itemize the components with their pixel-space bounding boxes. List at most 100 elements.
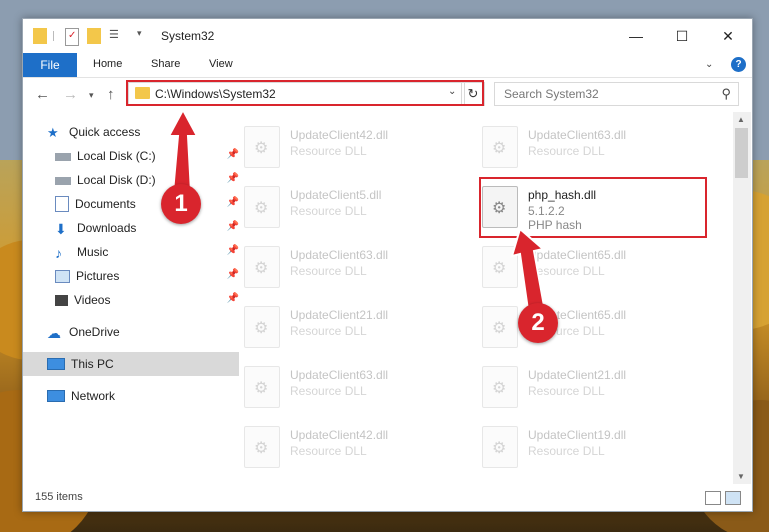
drive-icon — [55, 153, 71, 161]
details-view-icon[interactable] — [705, 491, 721, 505]
dll-file-icon — [482, 306, 518, 348]
forward-button[interactable]: → — [63, 86, 78, 103]
new-folder-icon[interactable] — [87, 28, 101, 44]
dll-file-icon — [244, 246, 280, 288]
dll-file-icon — [244, 366, 280, 408]
navigation-pane: ★ Quick access Local Disk (C:) 📌 Local D… — [23, 112, 239, 484]
recent-locations-icon[interactable]: ▾ — [89, 90, 94, 101]
file-type: Resource DLL — [290, 384, 367, 398]
chevron-down-icon[interactable]: ▾ — [137, 28, 147, 44]
vertical-scrollbar[interactable]: ▲ ▼ — [733, 112, 751, 484]
videos-icon — [55, 294, 68, 306]
sidebar-item-this-pc[interactable]: This PC — [23, 352, 239, 376]
file-type: Resource DLL — [528, 264, 605, 278]
scroll-up-icon[interactable]: ▲ — [737, 115, 745, 124]
up-button[interactable]: ↑ — [107, 86, 115, 103]
title-bar: ✓ ☰ ▾ System32 — ☐ ✕ — [23, 19, 752, 53]
file-item[interactable]: UpdateClient21.dll Resource DLL — [482, 360, 682, 408]
customize-icon[interactable]: ☰ — [109, 28, 125, 44]
documents-icon — [55, 196, 69, 212]
file-type: Resource DLL — [528, 144, 605, 158]
dll-file-icon — [244, 306, 280, 348]
music-icon: ♪ — [55, 245, 62, 261]
sidebar-item-label: Pictures — [76, 269, 120, 283]
chevron-down-icon[interactable]: ⌄ — [448, 86, 456, 97]
scrollbar-thumb[interactable] — [735, 128, 748, 178]
file-name: UpdateClient65.dll — [528, 248, 627, 262]
file-item[interactable]: UpdateClient19.dll Resource DLL — [482, 420, 682, 468]
sidebar-item-label: Downloads — [77, 221, 137, 235]
file-item[interactable]: UpdateClient5.dll Resource DLL — [244, 180, 444, 228]
file-item[interactable]: UpdateClient42.dll Resource DLL — [244, 120, 444, 168]
file-name: UpdateClient63.dll — [290, 248, 389, 262]
file-name: UpdateClient63.dll — [290, 368, 389, 382]
navigation-bar: ← → ▾ ↑ C:\Windows\System32 ⌄ ↻ Search S… — [23, 78, 752, 112]
sidebar-item-label: Local Disk (D:) — [77, 173, 156, 187]
file-name: UpdateClient21.dll — [290, 308, 389, 322]
window-title: System32 — [161, 29, 215, 43]
file-type: Resource DLL — [528, 444, 605, 458]
sidebar-item-onedrive[interactable]: ☁ OneDrive — [23, 320, 239, 344]
onedrive-icon: ☁ — [47, 325, 61, 341]
file-item[interactable]: UpdateClient63.dll Resource DLL — [482, 120, 682, 168]
sidebar-item-label: OneDrive — [69, 325, 120, 339]
tiles-view-icon[interactable] — [725, 491, 741, 505]
item-count: 155 items — [35, 491, 83, 503]
scroll-down-icon[interactable]: ▼ — [737, 472, 745, 481]
maximize-button[interactable]: ☐ — [659, 19, 705, 53]
dll-file-icon — [244, 186, 280, 228]
sidebar-item-label: Documents — [75, 197, 136, 211]
sidebar-item-label: This PC — [71, 357, 114, 371]
sidebar-item-pictures[interactable]: Pictures 📌 — [23, 264, 247, 288]
minimize-button[interactable]: — — [613, 19, 659, 53]
file-item[interactable]: UpdateClient63.dll Resource DLL — [244, 240, 444, 288]
sidebar-item-music[interactable]: ♪ Music 📌 — [23, 240, 247, 264]
dll-file-icon — [482, 366, 518, 408]
file-type: Resource DLL — [290, 264, 367, 278]
file-item[interactable]: UpdateClient42.dll Resource DLL — [244, 420, 444, 468]
file-list: UpdateClient42.dll Resource DLL UpdateCl… — [218, 112, 733, 484]
ribbon: File Home Share View ⌄ ? — [23, 53, 752, 78]
tab-home[interactable]: Home — [93, 58, 122, 70]
help-icon[interactable]: ? — [731, 57, 746, 72]
sidebar-item-documents[interactable]: Documents 📌 — [23, 192, 247, 216]
file-item[interactable]: UpdateClient21.dll Resource DLL — [244, 300, 444, 348]
file-type: Resource DLL — [290, 444, 367, 458]
sidebar-item-local-disk-c[interactable]: Local Disk (C:) 📌 — [23, 144, 247, 168]
sidebar-item-videos[interactable]: Videos 📌 — [23, 288, 247, 312]
file-item[interactable]: UpdateClient63.dll Resource DLL — [244, 360, 444, 408]
sidebar-item-network[interactable]: Network — [23, 384, 239, 408]
search-placeholder: Search System32 — [504, 87, 599, 101]
file-name: UpdateClient42.dll — [290, 428, 389, 442]
sidebar-item-quick-access[interactable]: ★ Quick access — [23, 120, 239, 144]
file-item[interactable]: UpdateClient65.dll Resource DLL — [482, 300, 682, 348]
address-bar[interactable]: C:\Windows\System32 ⌄ — [128, 82, 465, 106]
properties-icon[interactable]: ✓ — [65, 28, 79, 46]
star-icon: ★ — [47, 125, 59, 140]
drive-icon — [55, 177, 71, 185]
dll-file-icon — [482, 246, 518, 288]
pc-icon — [47, 358, 65, 370]
sidebar-item-label: Network — [71, 389, 116, 403]
search-icon: ⚲ — [721, 86, 731, 101]
search-input[interactable]: Search System32 ⚲ — [494, 82, 739, 106]
network-icon — [47, 390, 65, 402]
tab-share[interactable]: Share — [151, 58, 180, 70]
folder-icon — [135, 87, 150, 99]
sidebar-item-local-disk-d[interactable]: Local Disk (D:) 📌 — [23, 168, 247, 192]
expand-ribbon-icon[interactable]: ⌄ — [705, 59, 713, 70]
file-name: UpdateClient42.dll — [290, 128, 389, 142]
tab-view[interactable]: View — [209, 58, 233, 70]
back-button[interactable]: ← — [35, 86, 50, 103]
file-item[interactable]: UpdateClient65.dll Resource DLL — [482, 240, 682, 288]
downloads-icon: ⬇ — [55, 221, 67, 237]
dll-file-icon — [482, 126, 518, 168]
step-marker-1: 1 — [161, 184, 201, 224]
separator — [53, 31, 54, 41]
sidebar-item-downloads[interactable]: ⬇ Downloads 📌 — [23, 216, 247, 240]
file-tab[interactable]: File — [23, 53, 77, 77]
dll-file-icon — [244, 426, 280, 468]
dll-file-icon — [244, 126, 280, 168]
close-button[interactable]: ✕ — [705, 19, 751, 53]
refresh-button[interactable]: ↻ — [461, 82, 485, 106]
